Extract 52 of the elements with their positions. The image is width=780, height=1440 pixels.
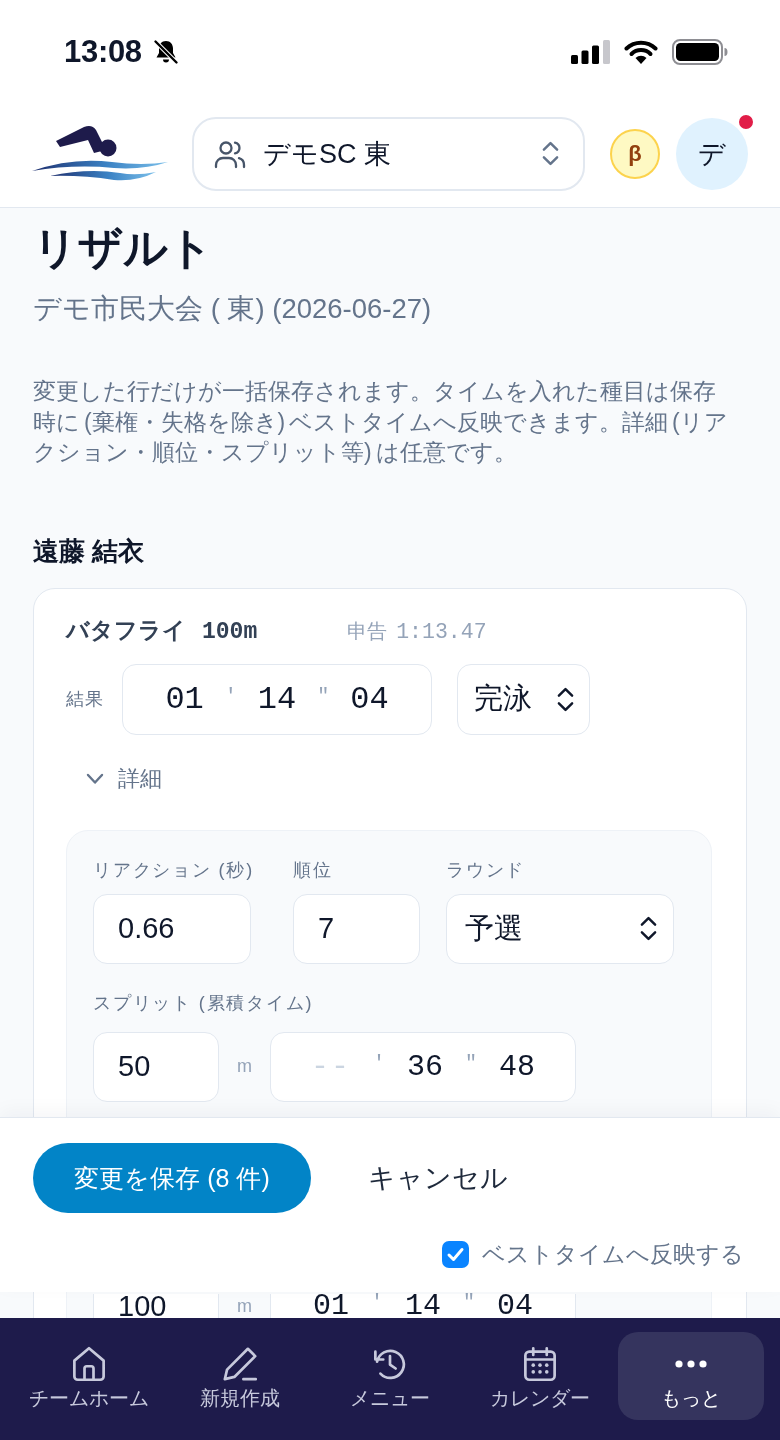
status-select[interactable]: 完泳 bbox=[457, 663, 590, 735]
rank-label: 順位 bbox=[293, 858, 334, 882]
unit-label: m bbox=[236, 1294, 253, 1317]
ellipsis-icon bbox=[674, 1360, 707, 1368]
checkbox[interactable] bbox=[442, 1241, 469, 1268]
entry-time-label: 申告 bbox=[347, 618, 388, 644]
unit-label: m bbox=[236, 1056, 253, 1077]
entry-time: 1:13.47 bbox=[396, 618, 487, 646]
chevron-up-down-icon bbox=[640, 916, 657, 941]
wifi-icon bbox=[624, 39, 658, 65]
chevron-up-down-icon bbox=[557, 686, 574, 712]
nav-tab[interactable]: カレンダー bbox=[467, 1332, 614, 1420]
chevron-down-icon bbox=[86, 772, 104, 785]
team-selector[interactable]: デモSC 東 bbox=[192, 116, 585, 191]
split-time-field[interactable]: -- ' 36 " 48 bbox=[270, 1031, 576, 1102]
avatar[interactable]: デ bbox=[676, 117, 748, 190]
history-icon bbox=[372, 1346, 408, 1382]
cancel-button[interactable]: キャンセル bbox=[368, 1160, 508, 1196]
event-distance: 100m bbox=[202, 617, 258, 647]
people-icon bbox=[214, 138, 246, 169]
nav-tab[interactable]: もっと bbox=[617, 1332, 764, 1420]
nav-tab[interactable]: 新規作成 bbox=[166, 1332, 313, 1420]
split-time-field[interactable]: 01 ' 14 " 04 bbox=[270, 1293, 576, 1318]
page-title: リザルト bbox=[33, 222, 214, 274]
save-button[interactable]: 変更を保存 (8 件) bbox=[33, 1143, 311, 1213]
event-name: バタフライ bbox=[66, 615, 186, 645]
result-label: 結果 bbox=[66, 688, 105, 711]
home-icon bbox=[71, 1346, 108, 1382]
splits-label: スプリット (累積タイム) bbox=[93, 991, 315, 1015]
chevron-up-down-icon bbox=[542, 141, 559, 166]
result-time-field[interactable]: 01 ' 14 " 04 bbox=[122, 663, 432, 735]
bell-slash-icon bbox=[151, 38, 180, 66]
round-label: ラウンド bbox=[446, 858, 527, 882]
reaction-input[interactable]: 0.66 bbox=[93, 893, 251, 964]
status-time: 13:08 bbox=[64, 34, 142, 70]
round-select[interactable]: 予選 bbox=[446, 893, 674, 964]
page-subtitle: デモ市民大会 ( 東) (2026-06-27) bbox=[33, 292, 433, 326]
reaction-label: リアクション (秒) bbox=[93, 858, 255, 882]
swimmer-name: 遠藤 結衣 bbox=[33, 534, 146, 567]
battery-icon bbox=[672, 39, 728, 65]
best-time-label: ベストタイムへ反映する bbox=[482, 1240, 744, 1269]
split-distance-input[interactable]: 50 bbox=[93, 1031, 219, 1102]
description-text: 変更した行だけが一括保存されます。タイムを入れた種目は保存時に (棄権・失格を除き) ベストタイムへ反映できます。詳細 (リアクション・順位・スプリット等) は任意です。 bbox=[33, 377, 729, 467]
details-toggle[interactable]: 詳細 bbox=[86, 764, 162, 793]
split-distance-input[interactable]: 100 bbox=[93, 1293, 219, 1318]
beta-badge: β bbox=[610, 128, 660, 179]
nav-tab[interactable]: チームホーム bbox=[16, 1332, 163, 1420]
calendar-icon bbox=[522, 1346, 559, 1382]
rank-input[interactable]: 7 bbox=[293, 893, 420, 964]
nav-tab[interactable]: メニュー bbox=[316, 1332, 464, 1420]
signal-icon bbox=[571, 40, 610, 64]
pencil-icon bbox=[221, 1346, 258, 1382]
